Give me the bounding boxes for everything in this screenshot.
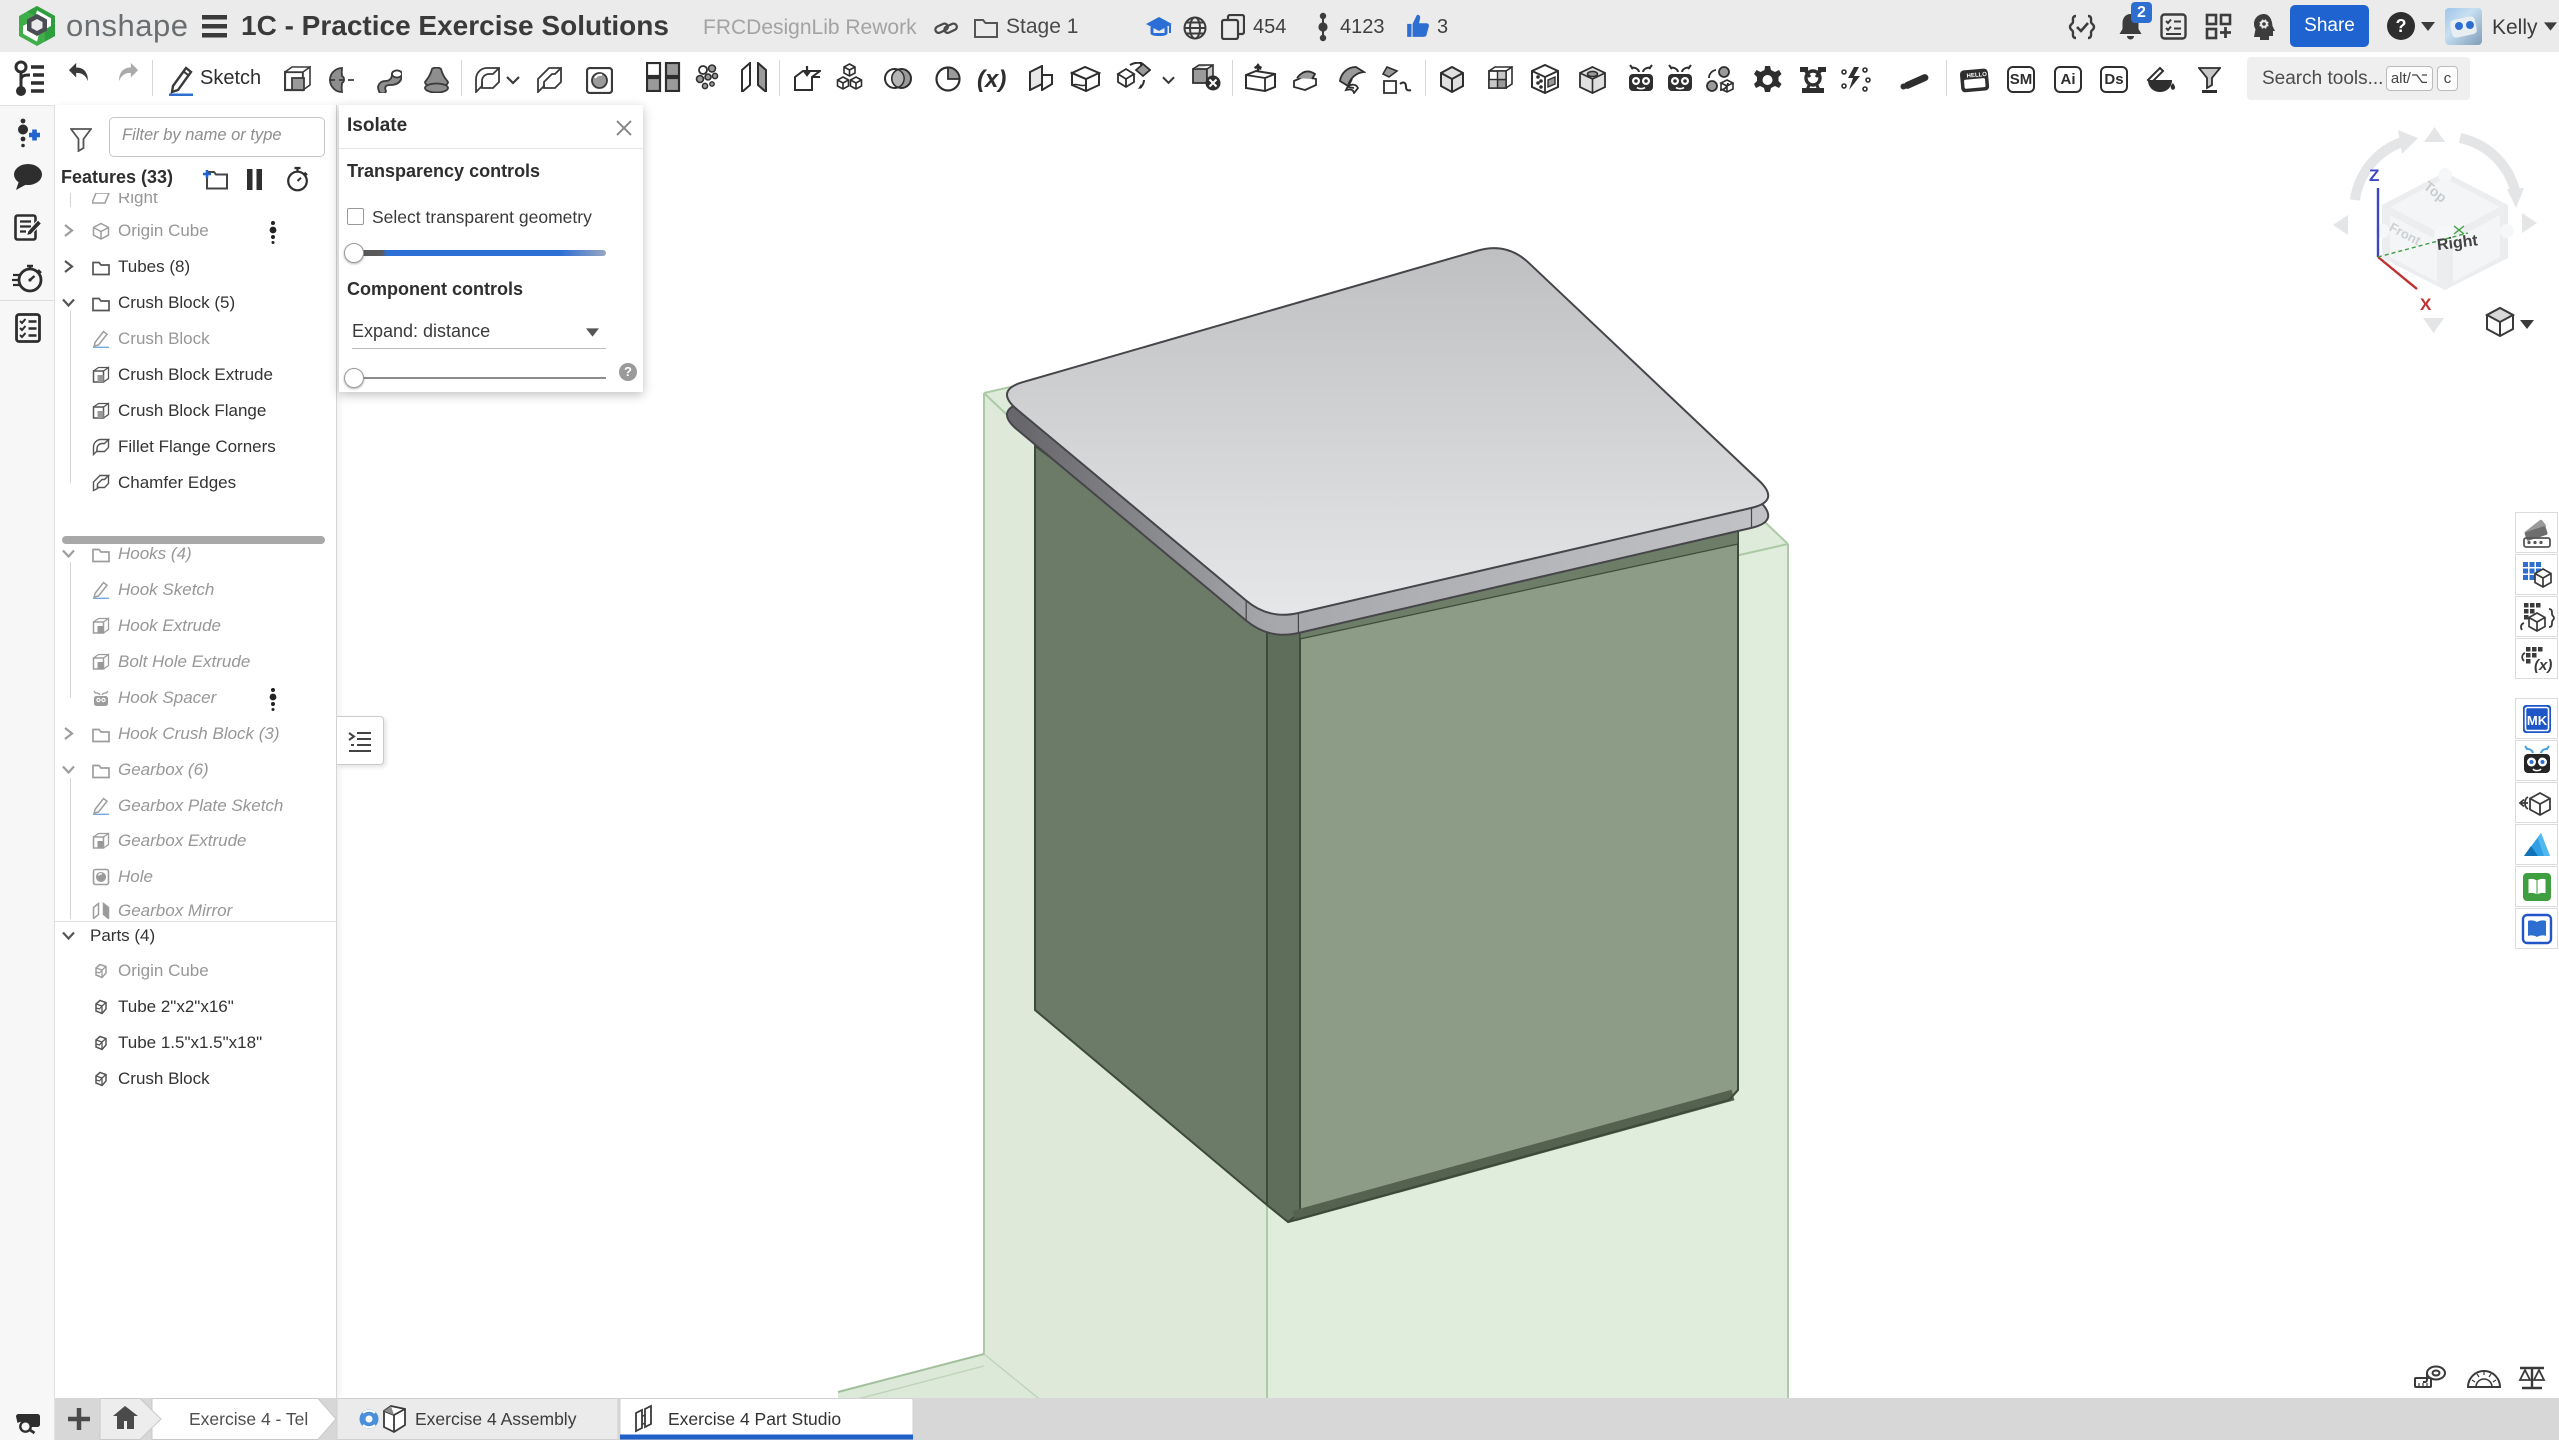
svg-text:Exercise 4 Assembly: Exercise 4 Assembly xyxy=(415,1409,577,1429)
svg-text:Exercise 4 Part Studio: Exercise 4 Part Studio xyxy=(668,1409,841,1429)
svg-text:MK: MK xyxy=(2527,713,2548,728)
svg-text:Exercise 4 - Tel: Exercise 4 - Tel xyxy=(189,1409,308,1429)
svg-text:X: X xyxy=(2420,295,2432,314)
svg-text:?: ? xyxy=(2396,16,2407,36)
svg-text:(x): (x) xyxy=(2534,657,2552,674)
svg-text:Z: Z xyxy=(2369,166,2379,185)
